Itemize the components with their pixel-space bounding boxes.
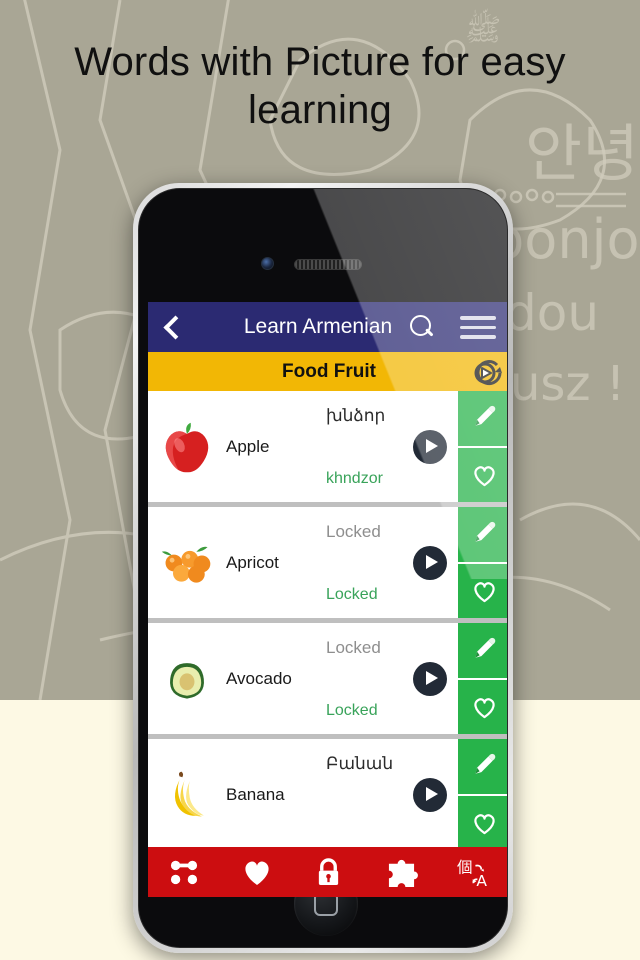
apple-image (148, 391, 226, 502)
heart-outline-icon[interactable] (458, 445, 507, 502)
word-row[interactable]: Apple խնձոր khndzor (148, 391, 507, 502)
play-icon[interactable] (402, 391, 458, 502)
word-translation-block: Բանան (326, 739, 402, 847)
app-navbar: Learn Armenian (148, 302, 507, 352)
word-transliteration: khndzor (326, 470, 383, 487)
word-row[interactable]: Avocado Locked Locked (148, 623, 507, 734)
hamburger-menu-icon[interactable] (460, 316, 496, 339)
play-all-repeat-icon[interactable] (470, 355, 504, 389)
row-actions (458, 507, 507, 618)
play-circle (413, 777, 447, 812)
heart-favorites-icon[interactable] (234, 853, 280, 891)
word-native: Locked (326, 638, 381, 657)
avocado-image (148, 623, 226, 734)
play-icon[interactable] (402, 739, 458, 847)
word-native: Բանան (326, 754, 394, 773)
word-translation-block: Locked Locked (326, 507, 402, 618)
pencil-edit-icon[interactable] (458, 391, 507, 446)
row-actions (458, 739, 507, 847)
svg-text:個: 個 (457, 858, 473, 876)
heart-outline-icon[interactable] (458, 677, 507, 734)
word-native: խնձոր (326, 406, 386, 425)
back-chevron-icon[interactable] (160, 312, 186, 342)
pencil-edit-icon[interactable] (458, 507, 507, 562)
svg-text:dou: dou (505, 284, 599, 342)
menu-bar (460, 335, 496, 339)
word-list[interactable]: Apple խնձոր khndzor Apricot Locked Locked Av… (148, 391, 507, 847)
apricot-image (148, 507, 226, 618)
phone-earpiece-speaker (294, 259, 362, 270)
bottom-toolbar: 個 A (148, 847, 507, 897)
word-transliteration: Locked (326, 702, 378, 719)
menu-bar (460, 316, 496, 320)
menu-bar (460, 325, 496, 329)
match-game-icon[interactable] (161, 853, 207, 891)
translate-icon[interactable]: 個 A (451, 853, 497, 891)
word-native: Locked (326, 522, 381, 541)
word-english: Apple (226, 436, 270, 456)
category-title: Food Fruit (282, 360, 376, 382)
banana-image (148, 739, 226, 847)
play-icon[interactable] (402, 507, 458, 618)
app-screen: Learn Armenian Food Fruit Apple խնձոր kh… (148, 302, 507, 847)
word-english: Banana (226, 784, 285, 804)
phone-front-camera (261, 257, 274, 270)
pencil-edit-icon[interactable] (458, 739, 507, 794)
word-row[interactable]: Apricot Locked Locked (148, 507, 507, 618)
lock-icon[interactable] (306, 853, 352, 891)
word-translation-block: խնձոր khndzor (326, 391, 402, 502)
word-translation-block: Locked Locked (326, 623, 402, 734)
heart-outline-icon[interactable] (458, 561, 507, 618)
word-english: Avocado (226, 668, 292, 688)
play-circle (413, 429, 447, 464)
phone-mockup: Learn Armenian Food Fruit Apple խնձոր kh… (133, 183, 513, 953)
svg-text:usz !: usz ! (510, 356, 625, 412)
app-title: Learn Armenian (243, 315, 393, 338)
search-icon[interactable] (408, 313, 436, 341)
puzzle-game-icon[interactable] (378, 853, 424, 891)
play-circle (413, 545, 447, 580)
promo-headline: Words with Picture for easy learning (74, 40, 566, 132)
row-actions (458, 391, 507, 502)
play-icon[interactable] (402, 623, 458, 734)
svg-text:A: A (477, 872, 488, 888)
word-english: Apricot (226, 552, 279, 572)
row-actions (458, 623, 507, 734)
category-subbar: Food Fruit (148, 352, 507, 391)
heart-outline-icon[interactable] (458, 793, 507, 847)
word-transliteration: Locked (326, 586, 378, 603)
pencil-edit-icon[interactable] (458, 623, 507, 678)
play-circle (413, 661, 447, 696)
word-row[interactable]: Banana Բանան (148, 739, 507, 847)
phone-body: Learn Armenian Food Fruit Apple խնձոր kh… (138, 188, 508, 948)
